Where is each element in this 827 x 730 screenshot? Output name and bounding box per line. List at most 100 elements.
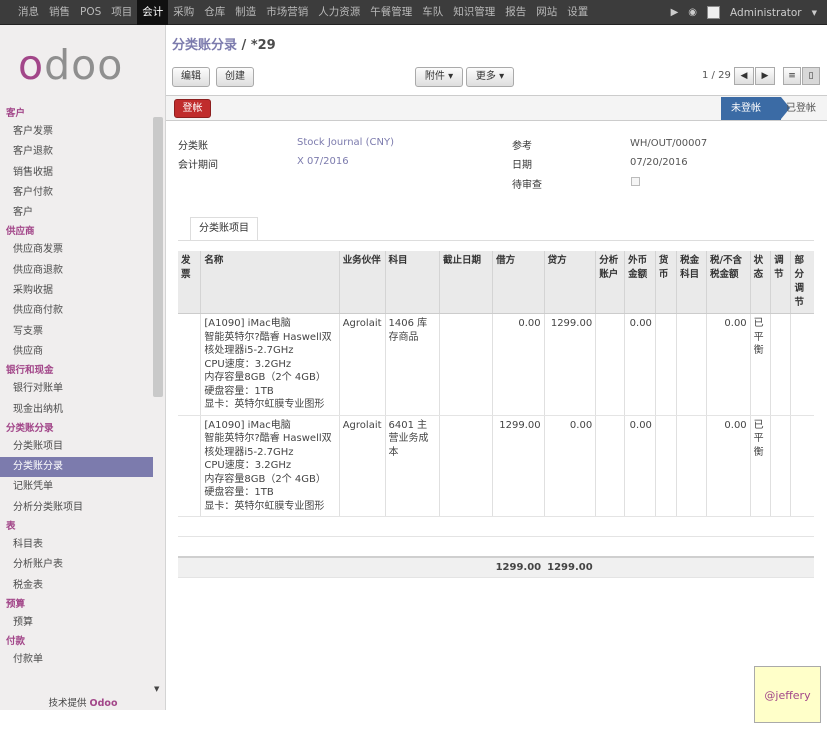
sidebar-item[interactable]: 分析分类账项目 (0, 498, 153, 518)
odoo-logo[interactable]: odoo (18, 43, 146, 87)
sidebar-item[interactable]: 客户付款 (0, 183, 153, 203)
column-header[interactable]: 发票 (178, 251, 201, 314)
name-cell: [A1090] iMac电脑 智能英特尔?酷睿 Haswell双 核处理器i5-2.… (200, 313, 340, 416)
top-menu-item[interactable]: 市场营销 (261, 0, 313, 25)
post-button[interactable]: 登帐 (174, 99, 211, 118)
reconcile-cell (770, 313, 791, 416)
top-menu-item[interactable]: 网站 (531, 0, 562, 25)
arrow-right-icon: ▶ (761, 71, 769, 81)
top-menu-item[interactable]: 人力资源 (313, 0, 365, 25)
period-field[interactable]: X 07/2016 (297, 156, 349, 167)
column-header[interactable]: 部分调节 (790, 251, 814, 314)
sidebar-item[interactable]: 客户退款 (0, 142, 153, 162)
sidebar-item[interactable]: 银行对账单 (0, 379, 153, 399)
column-header[interactable]: 税/不含税金额 (706, 251, 751, 314)
to-review-label: 待审查 (512, 180, 542, 191)
sidebar-item[interactable]: 客户发票 (0, 122, 153, 142)
sidebar-item[interactable]: 分析账户表 (0, 555, 153, 575)
edit-button[interactable]: 编辑 (172, 67, 210, 87)
column-header[interactable]: 名称 (200, 251, 340, 314)
top-menu-item[interactable]: 报告 (500, 0, 531, 25)
column-header[interactable]: 状态 (749, 251, 771, 314)
total-cell (624, 555, 656, 578)
name-line: 硬盘容量：1TB (204, 487, 274, 498)
more-dropdown[interactable]: 更多 ▾ (466, 67, 514, 87)
account-cell: 1406 库存商品 (384, 313, 440, 416)
attachment-dropdown[interactable]: 附件 ▾ (415, 67, 463, 87)
sidebar-item[interactable]: 记账凭单 (0, 477, 153, 497)
next-record-button[interactable]: ▶ (755, 67, 775, 85)
invoice-cell (178, 415, 201, 517)
journal-field[interactable]: Stock Journal (CNY) (297, 137, 394, 148)
sidebar-scrollbar[interactable] (153, 117, 163, 397)
sidebar-item[interactable]: 写支票 (0, 322, 153, 342)
column-header[interactable]: 借方 (492, 251, 545, 314)
sidebar-item[interactable]: 税金表 (0, 576, 153, 596)
column-header[interactable]: 分析账户 (595, 251, 625, 314)
top-menu-item[interactable]: 制造 (230, 0, 261, 25)
top-menu-item[interactable]: 消息 (13, 0, 44, 25)
sidebar-item[interactable]: 供应商付款 (0, 301, 153, 321)
column-header[interactable]: 货币 (654, 251, 677, 314)
form-view-button[interactable]: ▯ (802, 67, 820, 85)
sidebar-item[interactable]: 采购收据 (0, 281, 153, 301)
sidebar-item[interactable]: 科目表 (0, 535, 153, 555)
previous-record-button[interactable]: ◀ (734, 67, 754, 85)
top-menu-item[interactable]: 知识管理 (448, 0, 500, 25)
column-header[interactable]: 贷方 (543, 251, 596, 314)
scroll-down-icon[interactable]: ▼ (154, 685, 159, 693)
create-button[interactable]: 创建 (216, 67, 254, 87)
top-menu-item[interactable]: 车队 (417, 0, 448, 25)
sidebar-item[interactable]: 分类账分录 (0, 457, 153, 478)
user-name[interactable]: Administrator (730, 7, 802, 19)
empty-cell (655, 536, 677, 557)
top-menu-item[interactable]: 项目 (106, 0, 137, 25)
total-cell (385, 555, 440, 578)
column-header[interactable]: 科目 (384, 251, 440, 314)
name-line: 核处理器i5-2.7GHz (204, 446, 294, 458)
top-menu-item[interactable]: 采购 (168, 0, 199, 25)
top-menu-item[interactable]: POS (75, 0, 106, 25)
notification-icon[interactable]: ▶ (671, 7, 679, 18)
column-header[interactable]: 业务伙伴 (338, 251, 386, 314)
top-menu-item[interactable]: 仓库 (199, 0, 230, 25)
to-review-checkbox[interactable] (631, 177, 640, 186)
column-header[interactable]: 截止日期 (438, 251, 493, 314)
sidebar-item[interactable]: 付款单 (0, 650, 153, 670)
status-posted[interactable]: 已登帐 (786, 97, 816, 120)
sidebar-item[interactable]: 预算 (0, 613, 153, 633)
empty-cell (790, 536, 814, 557)
sidebar-item[interactable]: 现金出纳机 (0, 400, 153, 420)
empty-cell (706, 516, 751, 537)
list-view-button[interactable]: ≡ (783, 67, 801, 85)
chevron-down-icon[interactable]: ▼ (812, 9, 817, 17)
top-menu-item[interactable]: 设置 (562, 0, 593, 25)
column-header[interactable]: 调节 (770, 251, 791, 314)
sidebar-item[interactable]: 销售收据 (0, 163, 153, 183)
tab-journal-items[interactable]: 分类账项目 (190, 217, 258, 241)
sidebar-item[interactable]: 供应商 (0, 342, 153, 362)
powered-by-brand[interactable]: Odoo (90, 698, 118, 709)
top-menu-item[interactable]: 会计 (137, 0, 169, 25)
breadcrumb-link[interactable]: 分类账分录 (172, 38, 237, 53)
reference-field[interactable]: WH/OUT/00007 (630, 138, 707, 149)
column-header[interactable]: 税金科目 (676, 251, 707, 314)
pager-value[interactable]: 1 / 29 (702, 70, 731, 81)
date-field[interactable]: 07/20/2016 (630, 157, 688, 168)
top-menu-item[interactable]: 销售 (44, 0, 75, 25)
table-row[interactable]: [A1090] iMac电脑 智能英特尔?酷睿 Haswell双 核处理器i5-2.… (178, 415, 814, 517)
table-row[interactable]: [A1090] iMac电脑 智能英特尔?酷睿 Haswell双 核处理器i5-2.… (178, 313, 814, 416)
total-cell (706, 555, 751, 578)
sidebar-item[interactable]: 供应商发票 (0, 240, 153, 260)
sidebar-section-title: 银行和现金 (6, 365, 54, 377)
chat-icon[interactable]: ◉ (688, 7, 697, 18)
column-header[interactable]: 外币金额 (624, 251, 656, 314)
sidebar-item[interactable]: 分类账项目 (0, 437, 153, 457)
maturity-date-cell (438, 313, 493, 416)
top-menu-item[interactable]: 午餐管理 (365, 0, 417, 25)
status-unposted[interactable]: 未登帐 (721, 97, 781, 120)
empty-cell (439, 516, 493, 537)
avatar[interactable] (707, 6, 721, 19)
sidebar-item[interactable]: 客户 (0, 203, 153, 223)
sidebar-item[interactable]: 供应商退款 (0, 261, 153, 281)
